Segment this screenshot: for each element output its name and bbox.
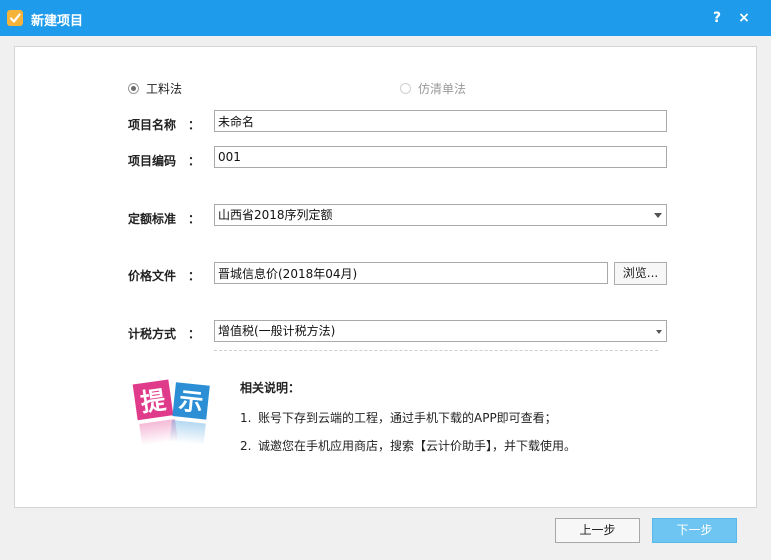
tax-method-select[interactable]: 增值税(一般计税方法) [214, 320, 667, 342]
logo-char-1: 提 [139, 385, 169, 417]
project-name-input[interactable] [214, 110, 667, 132]
label-text: 价格文件 [128, 269, 177, 283]
title-bar: 新建项目 ? × [0, 0, 771, 36]
next-button[interactable]: 下一步 [652, 518, 737, 543]
label-text: 计税方式 [128, 327, 177, 341]
label-colon: ： [188, 154, 201, 168]
hint-logo-icon: 提 示 [132, 379, 210, 446]
note-text: 账号下存到云端的工程，通过手机下载的APP即可查看； [258, 411, 557, 425]
project-code-label: 项目编码 ： [128, 152, 200, 169]
label-text: 定额标准 [128, 212, 177, 226]
app-logo-icon [7, 10, 23, 26]
price-file-input[interactable] [214, 262, 608, 284]
quota-standard-select[interactable]: 山西省2018序列定额 [214, 204, 667, 226]
note-number: 2. [240, 439, 252, 453]
radio-label: 工料法 [146, 82, 183, 96]
project-code-input[interactable] [214, 146, 667, 168]
note-text: 诚邀您在手机应用商店，搜索【云计价助手】，并下载使用。 [258, 439, 577, 453]
label-colon: ： [188, 118, 201, 132]
price-file-label: 价格文件 ： [128, 267, 200, 284]
radio-checked-icon [128, 83, 139, 94]
quota-standard-label: 定额标准 ： [128, 210, 200, 227]
label-colon: ： [188, 212, 201, 226]
selected-value: 山西省2018序列定额 [218, 208, 333, 222]
label-colon: ： [188, 269, 201, 283]
label-text: 项目编码 [128, 154, 177, 168]
chevron-down-icon [656, 330, 662, 334]
previous-button[interactable]: 上一步 [555, 518, 640, 543]
help-icon[interactable]: ? [708, 9, 726, 27]
note-number: 1. [240, 411, 252, 425]
divider [214, 350, 658, 351]
browse-button[interactable]: 浏览... [614, 262, 667, 285]
radio-labor-material-method[interactable]: 工料法 [128, 80, 182, 97]
chevron-down-icon [654, 213, 662, 218]
window-title: 新建项目 [31, 14, 84, 29]
selected-value: 增值税(一般计税方法) [218, 324, 336, 338]
note-item: 1. 账号下存到云端的工程，通过手机下载的APP即可查看； [240, 409, 557, 426]
label-colon: ： [188, 327, 201, 341]
radio-label: 仿清单法 [418, 82, 467, 96]
close-icon[interactable]: × [735, 9, 753, 27]
radio-bill-method: 仿清单法 [400, 80, 466, 97]
label-text: 项目名称 [128, 118, 177, 132]
logo-char-2: 示 [178, 387, 205, 417]
radio-unchecked-icon [400, 83, 411, 94]
project-name-label: 项目名称 ： [128, 116, 200, 133]
note-item: 2. 诚邀您在手机应用商店，搜索【云计价助手】，并下载使用。 [240, 437, 576, 454]
tax-method-label: 计税方式 ： [128, 325, 200, 342]
notes-title: 相关说明： [240, 381, 301, 395]
